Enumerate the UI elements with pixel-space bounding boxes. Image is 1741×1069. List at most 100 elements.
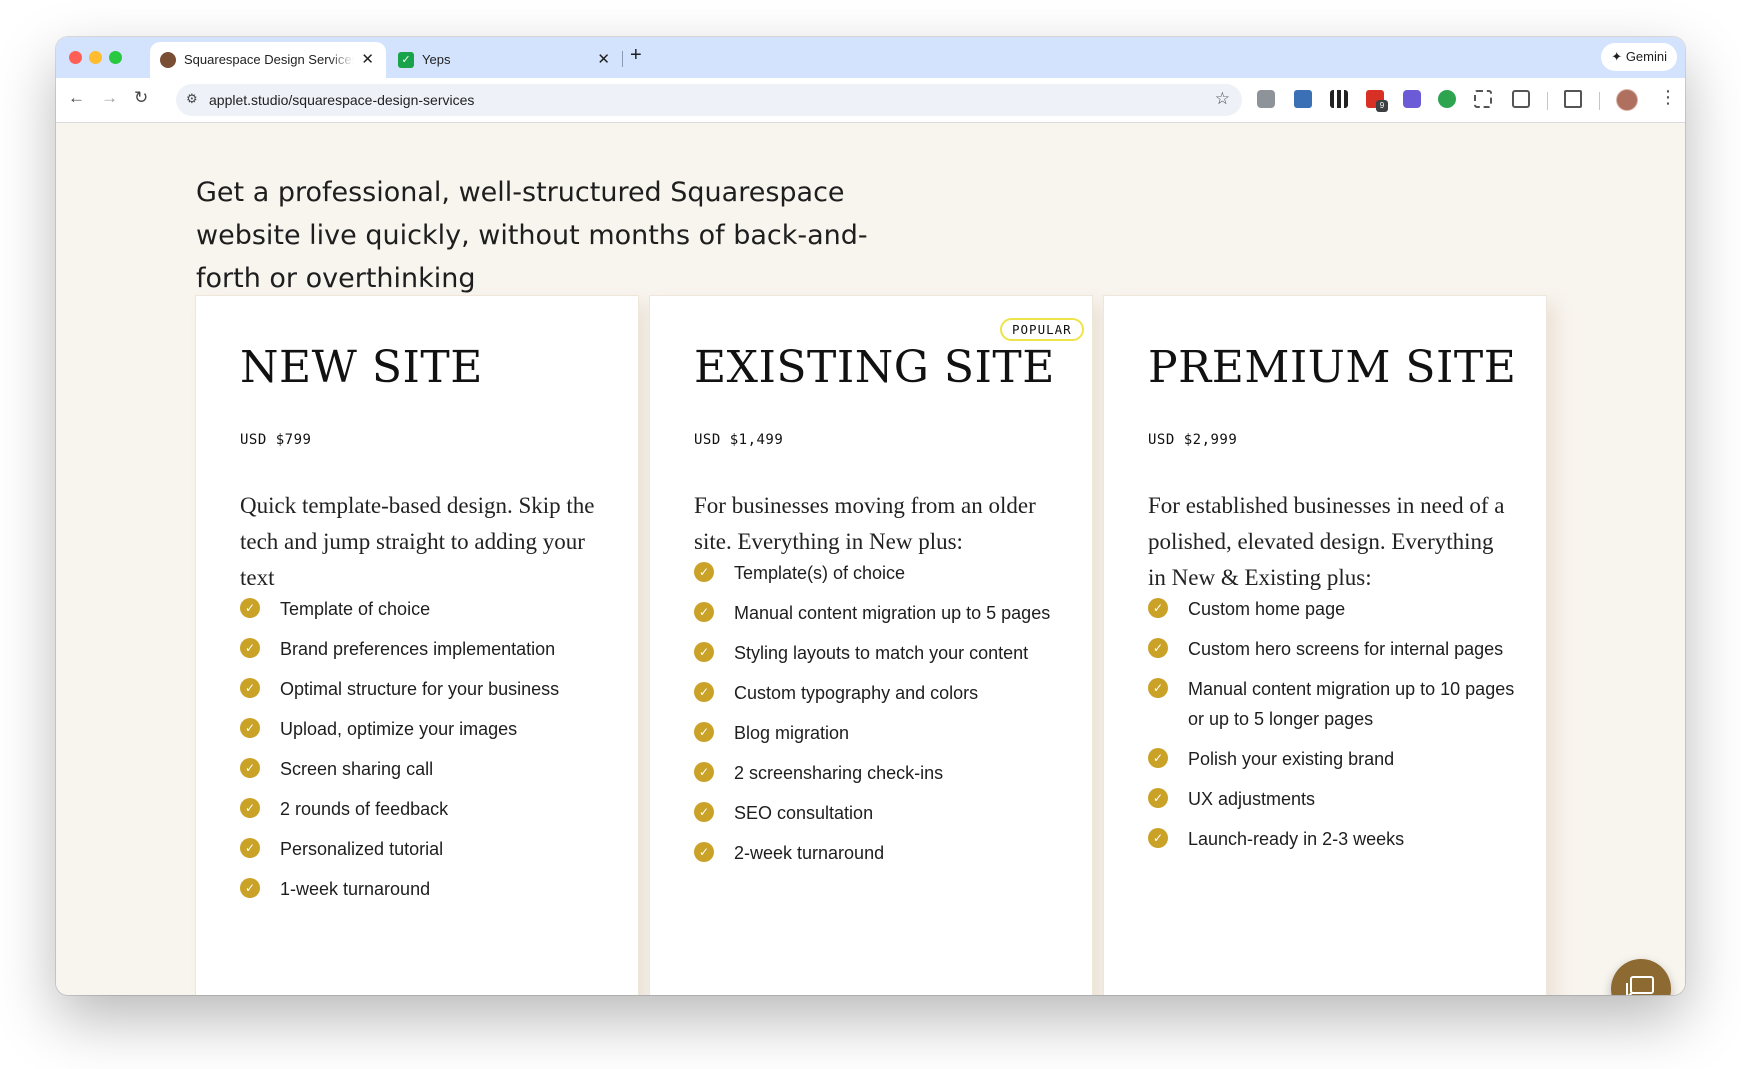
chat-button[interactable] <box>1611 959 1671 995</box>
zoom-window-button[interactable] <box>109 51 122 64</box>
feature-item: ✓ Upload, optimize your images <box>240 714 620 744</box>
d-extension-icon[interactable] <box>1403 90 1421 108</box>
feature-label: Upload, optimize your images <box>280 719 518 739</box>
site-favicon-icon <box>160 52 176 68</box>
feature-label: SEO consultation <box>734 803 874 823</box>
back-arrow-icon[interactable]: ← <box>68 88 85 108</box>
check-circle-icon: ✓ <box>694 802 714 822</box>
tab-close-icon[interactable]: ✕ <box>597 50 610 68</box>
tab-strip: Squarespace Design Services ✕ ✓ Yeps ✕ +… <box>56 37 1685 78</box>
feature-item: ✓ Custom home page <box>1148 594 1528 624</box>
browser-menu-icon[interactable]: ⋮ <box>1659 87 1677 108</box>
feature-item: ✓ Styling layouts to match your content <box>694 638 1074 668</box>
gemini-label: Gemini <box>1625 49 1667 64</box>
bookmark-star-icon[interactable]: ☆ <box>1215 89 1230 109</box>
feature-list: ✓ Custom home page ✓ Custom hero screens f… <box>1148 594 1528 864</box>
check-circle-icon: ✓ <box>694 842 714 862</box>
feature-item: ✓ Optimal structure for your business <box>240 674 620 704</box>
feature-item: ✓ Custom typography and colors <box>694 678 1074 708</box>
feature-label: 2 rounds of feedback <box>280 799 449 819</box>
check-circle-icon: ✓ <box>694 682 714 702</box>
feature-list: ✓ Template(s) of choice ✓ Manual content m… <box>694 558 1074 878</box>
check-circle-icon: ✓ <box>694 722 714 742</box>
feature-label: Blog migration <box>734 723 850 743</box>
feature-item: ✓ Template(s) of choice <box>694 558 1074 588</box>
feature-item: ✓ 2-week turnaround <box>694 838 1074 868</box>
plan-description: For established businesses in need of a … <box>1148 493 1505 590</box>
tab-squarespace-design-services[interactable]: Squarespace Design Services ✕ <box>150 42 386 78</box>
page-content: Get a professional, well-structured Squa… <box>56 123 1685 995</box>
feature-item: ✓ 1-week turnaround <box>240 874 620 904</box>
plan-description: Quick template-based design. Skip the te… <box>240 493 595 590</box>
check-circle-icon: ✓ <box>240 798 260 818</box>
check-circle-icon: ✓ <box>694 602 714 622</box>
reload-icon[interactable]: ↻ <box>134 88 148 108</box>
feature-item: ✓ Polish your existing brand <box>1148 744 1528 774</box>
feature-label: Manual content migration up to 5 pages <box>734 603 1051 623</box>
close-window-button[interactable] <box>69 51 82 64</box>
feature-label: Optimal structure for your business <box>280 679 560 699</box>
check-circle-icon: ✓ <box>240 718 260 738</box>
minimize-window-button[interactable] <box>89 51 102 64</box>
feature-item: ✓ SEO consultation <box>694 798 1074 828</box>
tab-search-icon[interactable] <box>1564 90 1582 108</box>
page-headline: Get a professional, well-structured Squa… <box>196 177 868 294</box>
check-circle-icon: ✓ <box>240 638 260 658</box>
extensions-puzzle-icon[interactable] <box>1512 90 1530 108</box>
plan-price: USD $1,499 <box>694 432 784 448</box>
plan-card-premium-site: PREMIUM SITE USD $2,999 For established … <box>1104 296 1546 995</box>
address-bar[interactable]: ⚙ applet.studio/squarespace-design-servi… <box>176 84 1242 116</box>
feature-label: Template of choice <box>280 599 431 619</box>
feature-item: ✓ Personalized tutorial <box>240 834 620 864</box>
tab-close-icon[interactable]: ✕ <box>361 50 374 68</box>
gemini-sparkle-icon: ✦ <box>1611 49 1623 64</box>
profile-avatar[interactable] <box>1616 89 1638 111</box>
plan-price: USD $799 <box>240 432 312 448</box>
feature-item: ✓ Blog migration <box>694 718 1074 748</box>
plan-price: USD $2,999 <box>1148 432 1238 448</box>
forward-arrow-icon[interactable]: → <box>101 88 118 108</box>
feature-label: Launch-ready in 2-3 weeks <box>1188 829 1405 849</box>
green-extension-icon[interactable] <box>1438 90 1456 108</box>
feature-label: Custom hero screens for internal pages <box>1188 639 1504 659</box>
plan-card-existing-site: POPULAR EXISTING SITE USD $1,499 For bus… <box>650 296 1092 995</box>
feature-item: ✓ Manual content migration up to 5 pages <box>694 598 1074 628</box>
new-tab-button[interactable]: + <box>630 44 642 67</box>
camera-extension-icon[interactable] <box>1257 90 1275 108</box>
url-text[interactable]: applet.studio/squarespace-design-service… <box>209 92 474 108</box>
tab-title: Yeps <box>422 52 451 67</box>
tab-title: Squarespace Design Services <box>184 52 354 67</box>
check-circle-icon: ✓ <box>1148 788 1168 808</box>
calendar-extension-icon[interactable]: 9 <box>1366 90 1388 112</box>
screenshot-crop-icon[interactable] <box>1474 90 1492 108</box>
check-circle-icon: ✓ <box>694 562 714 582</box>
feature-item: ✓ Brand preferences implementation <box>240 634 620 664</box>
feature-item: ✓ Screen sharing call <box>240 754 620 784</box>
browser-window: Squarespace Design Services ✕ ✓ Yeps ✕ +… <box>56 37 1685 995</box>
check-circle-icon: ✓ <box>694 642 714 662</box>
check-circle-icon: ✓ <box>1148 638 1168 658</box>
extension-badge: 9 <box>1376 100 1388 112</box>
toolbar-divider <box>1599 92 1600 110</box>
site-info-icon[interactable]: ⚙ <box>186 91 198 107</box>
feature-item: ✓ Manual content migration up to 10 pages… <box>1148 674 1528 734</box>
feature-label: Brand preferences implementation <box>280 639 556 659</box>
feature-label: Styling layouts to match your content <box>734 643 1029 663</box>
apps-grid-icon[interactable] <box>1330 90 1348 108</box>
feature-label: Custom home page <box>1188 599 1346 619</box>
feature-item: ✓ UX adjustments <box>1148 784 1528 814</box>
tab-yeps[interactable]: ✓ Yeps ✕ <box>396 42 622 78</box>
plan-title: PREMIUM SITE <box>1148 342 1517 393</box>
feature-label: UX adjustments <box>1188 789 1316 809</box>
feature-label: 2 screensharing check-ins <box>734 763 944 783</box>
feature-label: Screen sharing call <box>280 759 434 779</box>
feature-label: 1-week turnaround <box>280 879 431 899</box>
popular-badge: POPULAR <box>1000 318 1084 341</box>
check-circle-icon: ✓ <box>240 758 260 778</box>
gemini-button[interactable]: ✦ Gemini <box>1601 43 1677 71</box>
check-circle-icon: ✓ <box>240 878 260 898</box>
image-extension-icon[interactable] <box>1294 90 1312 108</box>
check-circle-icon: ✓ <box>1148 828 1168 848</box>
feature-list: ✓ Template of choice ✓ Brand preferences i… <box>240 594 620 914</box>
yeps-favicon-icon: ✓ <box>398 52 414 68</box>
